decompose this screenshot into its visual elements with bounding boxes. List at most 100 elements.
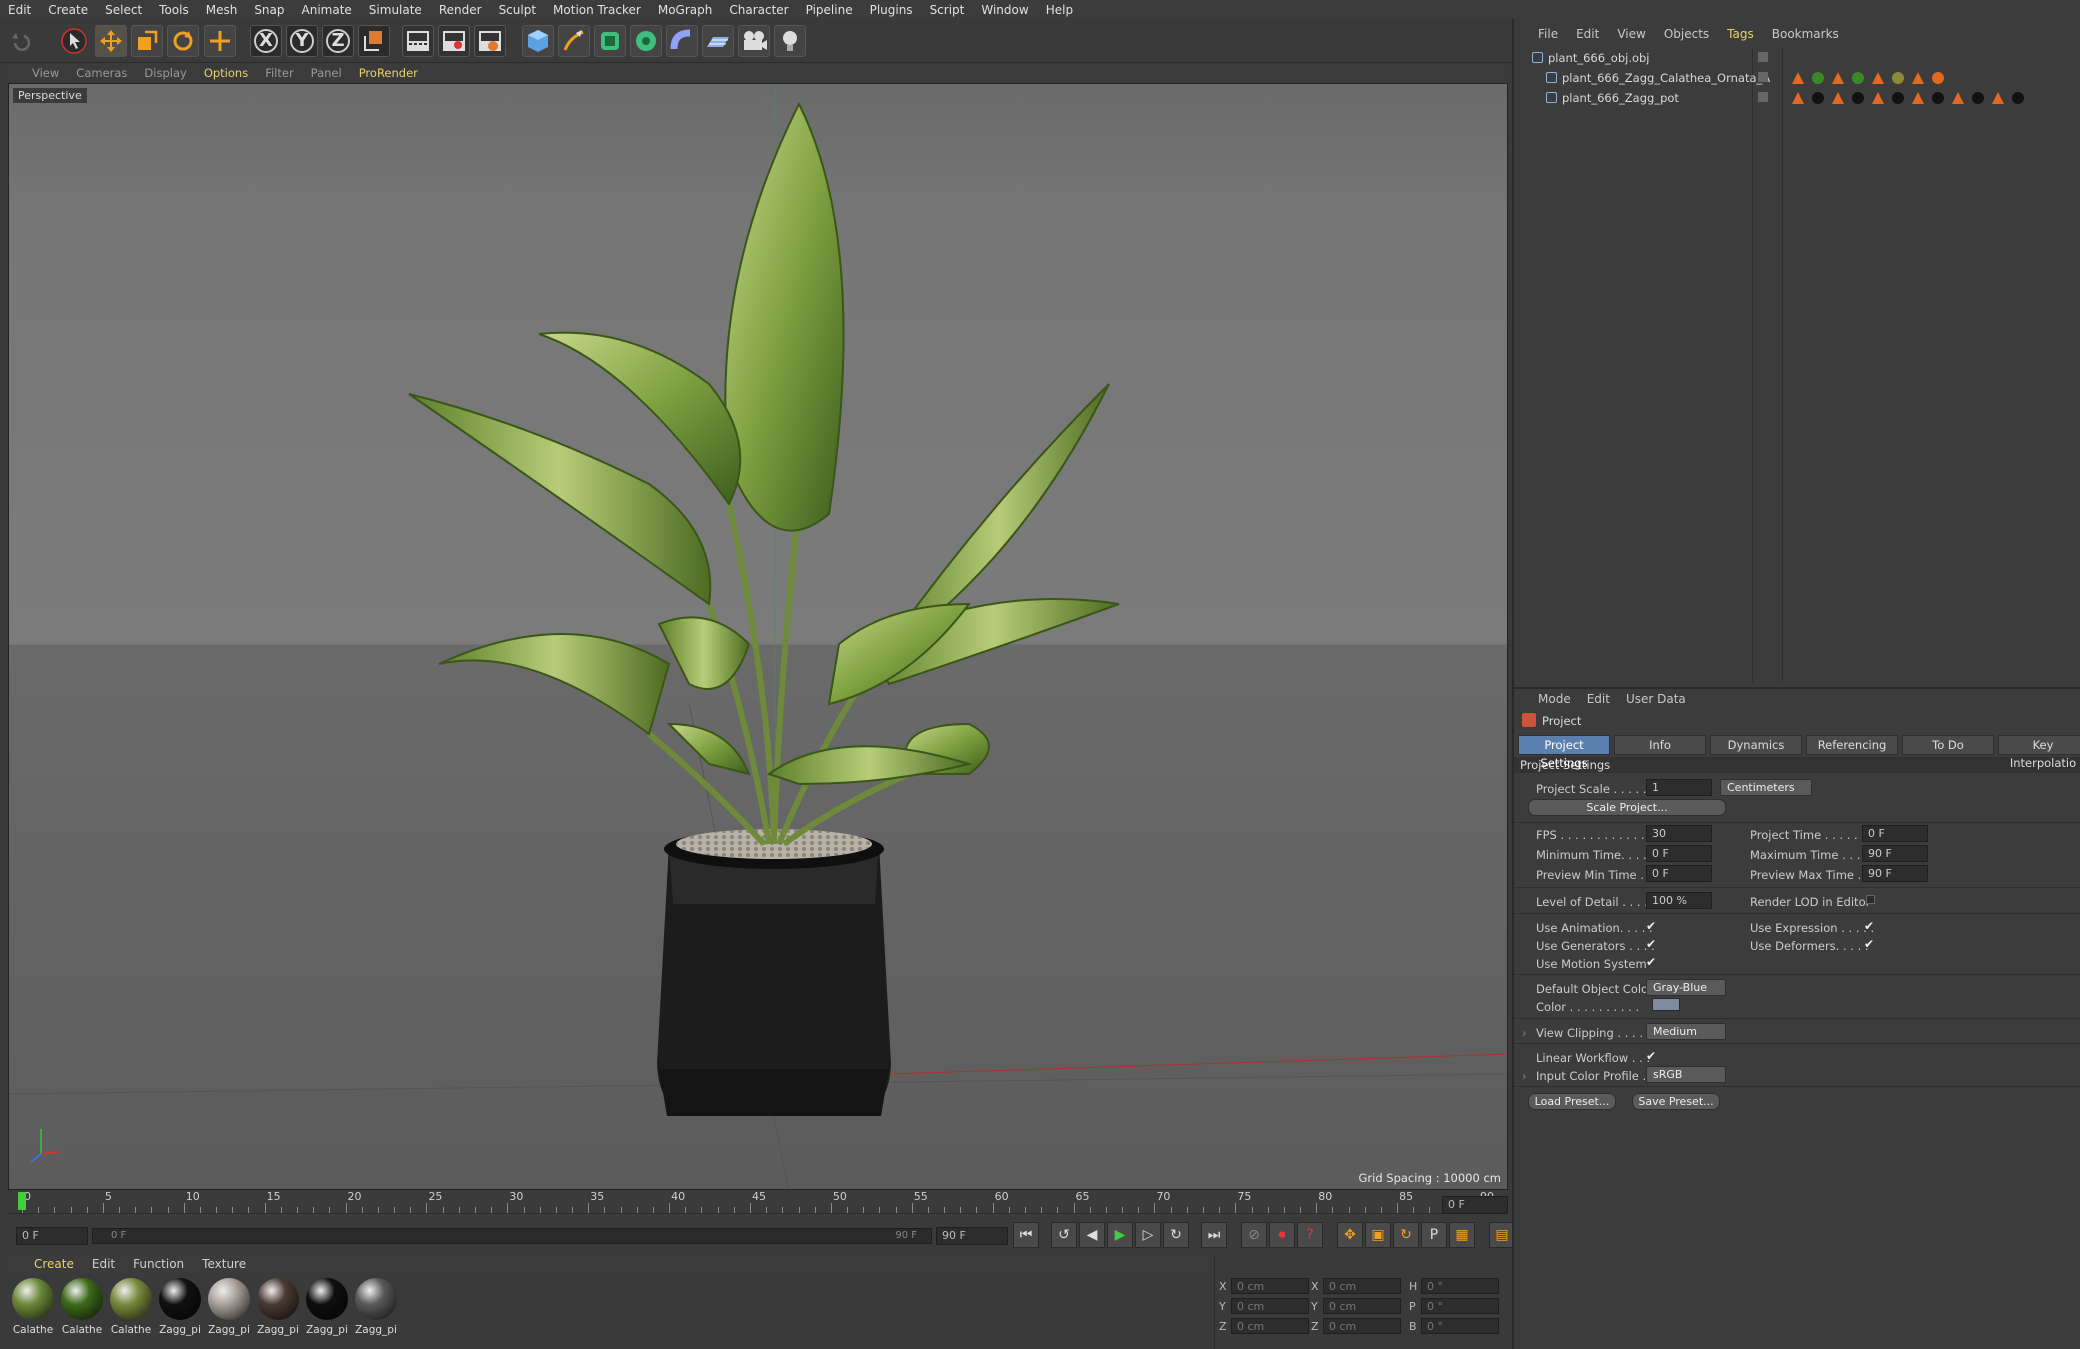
material-tag-icon[interactable]	[1892, 92, 1904, 104]
material-menu-create[interactable]: Create	[34, 1257, 74, 1271]
menu-motion-tracker[interactable]: Motion Tracker	[553, 3, 641, 17]
select-tool-button[interactable]	[58, 25, 90, 57]
visibility-toggle-icon[interactable]	[1758, 52, 1768, 62]
use-deformers-checkbox[interactable]: ✔	[1864, 937, 1874, 951]
viewport-menu-display[interactable]: Display	[144, 66, 186, 80]
previous-key-button[interactable]: ↺	[1051, 1222, 1077, 1248]
coord-value-field[interactable]: 0 °	[1421, 1278, 1499, 1294]
preview-range-slider[interactable]: 0 F 90 F	[92, 1228, 932, 1244]
viewport-perspective[interactable]: Perspective Grid Spacing : 10000 cm	[8, 83, 1508, 1190]
tab-key-interpolatio[interactable]: Key Interpolatio	[1998, 735, 2080, 770]
material-item[interactable]: Zagg_pi	[157, 1278, 203, 1338]
object-row[interactable]: plant_666_Zagg_Calathea_Ornata_A	[1514, 68, 2080, 88]
previous-frame-button[interactable]: ◀	[1079, 1222, 1105, 1248]
menu-render[interactable]: Render	[439, 3, 482, 17]
expand-arrow-icon[interactable]: ›	[1522, 1069, 1527, 1083]
tab-project-settings[interactable]: Project Settings	[1518, 735, 1610, 770]
viewport-menu-filter[interactable]: Filter	[265, 66, 293, 80]
input-profile-select[interactable]: sRGB	[1646, 1066, 1726, 1083]
floor-icon[interactable]	[702, 25, 734, 57]
tab-dynamics[interactable]: Dynamics	[1710, 735, 1802, 755]
deformer-icon[interactable]	[666, 25, 698, 57]
use-expression-checkbox[interactable]: ✔	[1864, 919, 1874, 933]
project-scale-unit-select[interactable]: Centimeters	[1720, 779, 1812, 796]
project-scale-input[interactable]: 1	[1646, 779, 1712, 796]
material-item[interactable]: Zagg_pi	[304, 1278, 350, 1338]
menu-edit[interactable]: Edit	[8, 3, 31, 17]
phong-tag-icon[interactable]	[1872, 92, 1884, 104]
preview-min-input[interactable]: 0 F	[1646, 865, 1712, 882]
key-pla-icon[interactable]: ▦	[1449, 1222, 1475, 1248]
render-lod-checkbox[interactable]	[1866, 895, 1875, 904]
phong-tag-icon[interactable]	[1992, 92, 2004, 104]
attr-menu-mode[interactable]: Mode	[1538, 692, 1571, 706]
render-view-button[interactable]	[402, 25, 434, 57]
phong-tag-icon[interactable]	[1792, 72, 1804, 84]
lod-input[interactable]: 100 %	[1646, 892, 1712, 909]
tab-referencing[interactable]: Referencing	[1806, 735, 1898, 755]
end-frame-field[interactable]: 90 F	[936, 1227, 1008, 1245]
menu-plugins[interactable]: Plugins	[870, 3, 913, 17]
menu-animate[interactable]: Animate	[302, 3, 352, 17]
phong-tag-icon[interactable]	[1912, 72, 1924, 84]
render-settings-button[interactable]	[474, 25, 506, 57]
viewport-menu-cameras[interactable]: Cameras	[76, 66, 127, 80]
menu-simulate[interactable]: Simulate	[369, 3, 422, 17]
material-item[interactable]: Calathe	[59, 1278, 105, 1338]
menu-snap[interactable]: Snap	[254, 3, 284, 17]
start-frame-field[interactable]: 0 F	[16, 1227, 88, 1245]
expand-arrow-icon[interactable]: ›	[1522, 1026, 1527, 1040]
phong-tag-icon[interactable]	[1912, 92, 1924, 104]
render-picture-viewer-button[interactable]	[438, 25, 470, 57]
coord-value-field[interactable]: 0 cm	[1323, 1278, 1401, 1294]
key-parameter-icon[interactable]: P	[1421, 1222, 1447, 1248]
min-time-input[interactable]: 0 F	[1646, 845, 1712, 862]
camera-icon[interactable]	[738, 25, 770, 57]
viewport-menu-panel[interactable]: Panel	[311, 66, 342, 80]
menu-mograph[interactable]: MoGraph	[658, 3, 713, 17]
material-menu-function[interactable]: Function	[133, 1257, 184, 1271]
color-swatch[interactable]	[1652, 998, 1680, 1011]
key-position-icon[interactable]: ✥	[1337, 1222, 1363, 1248]
menu-script[interactable]: Script	[930, 3, 965, 17]
menu-character[interactable]: Character	[729, 3, 788, 17]
menu-help[interactable]: Help	[1046, 3, 1073, 17]
phong-tag-icon[interactable]	[1872, 72, 1884, 84]
visibility-toggle-icon[interactable]	[1758, 92, 1768, 102]
coord-value-field[interactable]: 0 °	[1421, 1318, 1499, 1334]
visibility-toggle-icon[interactable]	[1758, 72, 1768, 82]
menu-select[interactable]: Select	[105, 3, 142, 17]
scale-tool-button[interactable]	[131, 25, 163, 57]
go-to-start-button[interactable]: ⏮	[1013, 1222, 1039, 1248]
material-tag-icon[interactable]	[1972, 92, 1984, 104]
pen-spline-icon[interactable]	[558, 25, 590, 57]
attr-menu-edit[interactable]: Edit	[1587, 692, 1610, 706]
keyframe-selection-icon[interactable]: ?	[1297, 1222, 1323, 1248]
max-time-input[interactable]: 90 F	[1862, 845, 1928, 862]
x-axis-toggle[interactable]: X	[250, 25, 282, 57]
undo-icon[interactable]	[4, 25, 36, 57]
om-menu-file[interactable]: File	[1538, 27, 1558, 41]
material-tag-icon[interactable]	[1892, 72, 1904, 84]
menu-sculpt[interactable]: Sculpt	[499, 3, 536, 17]
material-tag-icon[interactable]	[1932, 72, 1944, 84]
om-menu-view[interactable]: View	[1617, 27, 1645, 41]
default-color-select[interactable]: Gray-Blue	[1646, 979, 1726, 996]
viewport-menu-view[interactable]: View	[32, 66, 59, 80]
material-tag-icon[interactable]	[1852, 92, 1864, 104]
next-key-button[interactable]: ↻	[1163, 1222, 1189, 1248]
coord-value-field[interactable]: 0 cm	[1323, 1298, 1401, 1314]
material-tag-icon[interactable]	[2012, 92, 2024, 104]
current-frame-field[interactable]: 0 F	[1442, 1196, 1508, 1214]
linear-workflow-checkbox[interactable]: ✔	[1646, 1049, 1656, 1063]
viewport-menu-prorender[interactable]: ProRender	[359, 66, 418, 80]
menu-pipeline[interactable]: Pipeline	[806, 3, 853, 17]
key-rotation-icon[interactable]: ↻	[1393, 1222, 1419, 1248]
material-item[interactable]: Calathe	[108, 1278, 154, 1338]
mograph-cloner-icon[interactable]	[630, 25, 662, 57]
record-keys-icon[interactable]: ⊘	[1241, 1222, 1267, 1248]
load-preset-button[interactable]: Load Preset...	[1528, 1093, 1616, 1110]
phong-tag-icon[interactable]	[1792, 92, 1804, 104]
autokey-icon[interactable]: ⏺	[1269, 1222, 1295, 1248]
fps-input[interactable]: 30	[1646, 825, 1712, 842]
